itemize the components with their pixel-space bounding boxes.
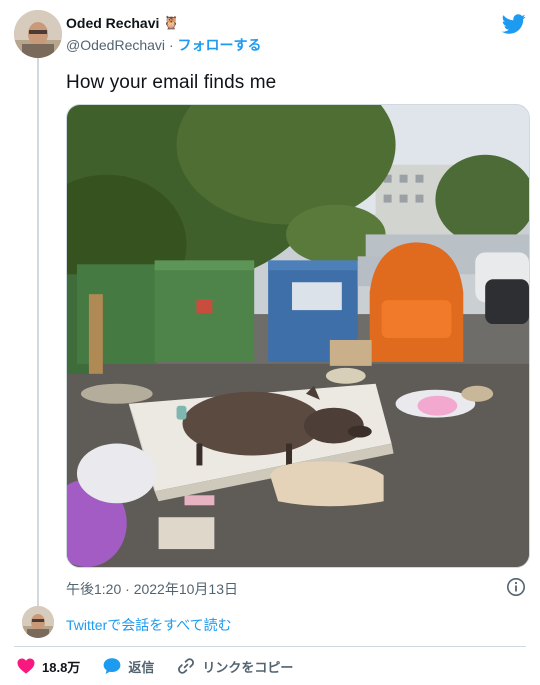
thread-avatar[interactable] [22,606,54,638]
author-avatar[interactable] [14,10,62,58]
copy-link-label: リンクをコピー [202,659,294,675]
tweet-text: How your email finds me [66,72,277,93]
author-name[interactable]: Oded Rechavi 🦉 [66,15,180,31]
reply-label: 返信 [128,659,155,675]
like-count: 18.8万 [42,659,81,675]
owl-emoji-icon: 🦉 [163,15,180,30]
heart-icon [17,658,35,674]
reply-button[interactable]: 返信 [102,656,154,676]
like-button[interactable]: 18.8万 [16,656,80,676]
tweet-actions-bar: 18.8万 返信 リンクをコピー [16,656,315,676]
author-name-text[interactable]: Oded Rechavi [66,15,159,31]
handle-row: @OdedRechavi · フォローする [66,35,262,55]
author-handle[interactable]: @OdedRechavi [66,37,165,53]
follow-button[interactable]: フォローする [178,37,262,53]
read-conversation-link[interactable]: Twitterで会話をすべて読む [66,615,232,635]
twitter-bird-icon[interactable] [502,12,526,36]
thread-line [37,58,39,606]
copy-link-button[interactable]: リンクをコピー [176,656,293,676]
tweet-photo[interactable] [66,104,530,568]
tweet-embed-card: Oded Rechavi 🦉 @OdedRechavi · フォローする How… [0,0,540,685]
actions-divider [14,646,526,647]
handle-separator: · [168,37,174,53]
speech-bubble-icon [103,658,121,674]
tweet-timestamp[interactable]: 午後1:20 · 2022年10月13日 [66,579,238,599]
info-icon[interactable] [506,577,526,597]
link-icon [178,658,195,674]
